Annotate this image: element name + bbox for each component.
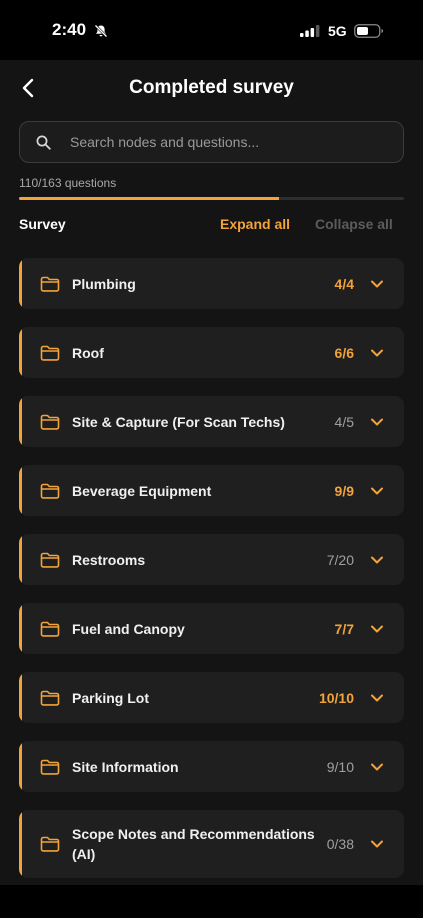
node-accent-bar	[19, 741, 22, 792]
node-card[interactable]: Site & Capture (For Scan Techs) 4/5	[19, 396, 404, 447]
chevron-down-icon[interactable]	[370, 348, 384, 358]
expand-all-button[interactable]: Expand all	[220, 216, 290, 232]
node-name: Plumbing	[72, 275, 136, 292]
node-card[interactable]: Fuel and Canopy 7/7	[19, 603, 404, 654]
node-name: Parking Lot	[72, 689, 150, 706]
folder-icon	[40, 621, 60, 637]
folder-icon	[40, 552, 60, 568]
node-accent-bar	[19, 810, 22, 878]
status-bar: 2:40 5G	[0, 0, 423, 60]
node-accent-bar	[19, 672, 22, 723]
chevron-down-icon[interactable]	[370, 555, 384, 565]
node-name: Scope Notes and Recommendations (AI)	[72, 826, 315, 862]
node-count: 0/38	[326, 836, 354, 852]
node-name: Restrooms	[72, 551, 146, 568]
node-count: 6/6	[334, 344, 354, 361]
home-indicator-area	[0, 885, 423, 918]
progress-fill	[19, 197, 279, 200]
completed-survey-screen: Completed survey 110/163 questions Surve…	[0, 60, 423, 885]
page-title: Completed survey	[129, 77, 294, 98]
folder-icon	[40, 414, 60, 430]
node-count: 9/9	[334, 482, 354, 499]
node-name: Fuel and Canopy	[72, 620, 185, 637]
folder-icon	[40, 483, 60, 499]
node-accent-bar	[19, 534, 22, 585]
node-card[interactable]: Site Information 9/10	[19, 741, 404, 792]
node-accent-bar	[19, 465, 22, 516]
survey-label: Survey	[19, 216, 66, 232]
node-count: 4/4	[334, 275, 354, 292]
signal-icon	[300, 25, 320, 37]
chevron-down-icon[interactable]	[370, 762, 384, 772]
chevron-down-icon[interactable]	[370, 417, 384, 427]
node-count: 9/10	[326, 758, 354, 775]
folder-icon	[40, 759, 60, 775]
node-accent-bar	[19, 258, 22, 309]
node-name: Beverage Equipment	[72, 482, 212, 499]
node-count: 4/5	[334, 413, 354, 430]
chevron-down-icon[interactable]	[370, 279, 384, 289]
folder-icon	[40, 276, 60, 292]
header: Completed survey	[0, 60, 423, 118]
chevron-down-icon[interactable]	[370, 693, 384, 703]
node-card[interactable]: Roof 6/6	[19, 327, 404, 378]
collapse-all-button[interactable]: Collapse all	[315, 216, 393, 232]
node-card[interactable]: Plumbing 4/4	[19, 258, 404, 309]
node-count: 10/10	[318, 689, 354, 706]
node-count: 7/20	[326, 551, 354, 568]
node-accent-bar	[19, 327, 22, 378]
progress-bar	[19, 197, 404, 200]
node-count: 7/7	[334, 620, 354, 637]
search-input[interactable]	[70, 122, 390, 162]
progress-text: 110/163 questions	[19, 176, 117, 190]
battery-icon	[354, 24, 384, 38]
node-card[interactable]: Restrooms 7/20	[19, 534, 404, 585]
network-label: 5G	[328, 23, 347, 39]
chevron-down-icon[interactable]	[370, 839, 384, 849]
bell-slash-icon	[94, 24, 108, 38]
search-box	[19, 121, 404, 163]
folder-icon	[40, 836, 60, 852]
folder-icon	[40, 345, 60, 361]
folder-icon	[40, 690, 60, 706]
node-card[interactable]: Beverage Equipment 9/9	[19, 465, 404, 516]
node-card[interactable]: Parking Lot 10/10	[19, 672, 404, 723]
status-time: 2:40	[52, 20, 87, 39]
node-accent-bar	[19, 603, 22, 654]
chevron-down-icon[interactable]	[370, 486, 384, 496]
node-name: Site Information	[72, 758, 179, 775]
node-accent-bar	[19, 396, 22, 447]
node-name: Roof	[72, 344, 104, 361]
search-icon	[36, 135, 51, 150]
chevron-down-icon[interactable]	[370, 624, 384, 634]
node-card[interactable]: Scope Notes and Recommendations (AI) 0/38	[19, 810, 404, 878]
node-name: Site & Capture (For Scan Techs)	[72, 413, 285, 430]
